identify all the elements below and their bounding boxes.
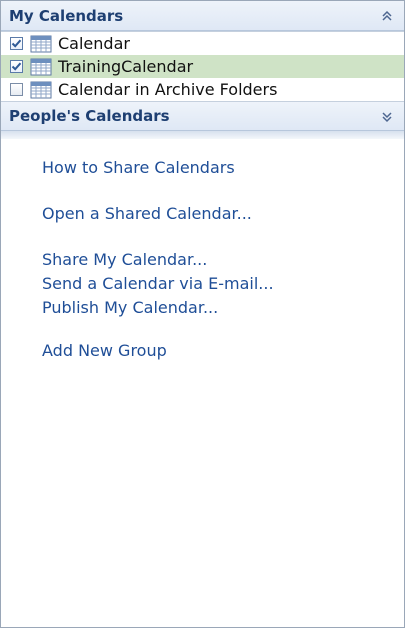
my-calendars-header[interactable]: My Calendars [1, 1, 404, 31]
archive-calendar-item[interactable]: Calendar in Archive Folders [1, 78, 404, 101]
calendar-grid-icon [30, 58, 52, 76]
open-shared-calendar-link[interactable]: Open a Shared Calendar... [42, 202, 404, 226]
archive-calendar-label: Calendar in Archive Folders [58, 80, 278, 99]
calendar-navigation-pane: My Calendars Calendar TrainingCalendar C… [0, 0, 405, 628]
how-to-share-link[interactable]: How to Share Calendars [42, 156, 404, 180]
training-calendar-item[interactable]: TrainingCalendar [1, 55, 404, 78]
calendar-label: Calendar [58, 34, 130, 53]
link-gap [42, 320, 404, 339]
send-calendar-email-link[interactable]: Send a Calendar via E-mail... [42, 272, 404, 296]
my-calendars-list: Calendar TrainingCalendar Calendar in Ar… [1, 31, 404, 101]
link-gap [42, 226, 404, 248]
peoples-calendars-header[interactable]: People's Calendars [1, 101, 404, 131]
share-my-calendar-link[interactable]: Share My Calendar... [42, 248, 404, 272]
section-separator [1, 131, 404, 139]
calendar-grid-icon [30, 35, 52, 53]
double-chevron-down-icon[interactable] [378, 108, 396, 126]
calendar-links: How to Share Calendars Open a Shared Cal… [1, 139, 404, 363]
my-calendars-title: My Calendars [9, 6, 124, 25]
double-chevron-up-icon[interactable] [378, 7, 396, 25]
training-calendar-checkbox[interactable] [10, 60, 23, 73]
calendar-grid-icon [30, 81, 52, 99]
calendar-item[interactable]: Calendar [1, 32, 404, 55]
archive-calendar-checkbox[interactable] [10, 83, 23, 96]
training-calendar-label: TrainingCalendar [58, 57, 194, 76]
publish-my-calendar-link[interactable]: Publish My Calendar... [42, 296, 404, 320]
peoples-calendars-title: People's Calendars [9, 107, 170, 125]
calendar-checkbox[interactable] [10, 37, 23, 50]
add-new-group-link[interactable]: Add New Group [42, 339, 404, 363]
link-gap [42, 180, 404, 202]
